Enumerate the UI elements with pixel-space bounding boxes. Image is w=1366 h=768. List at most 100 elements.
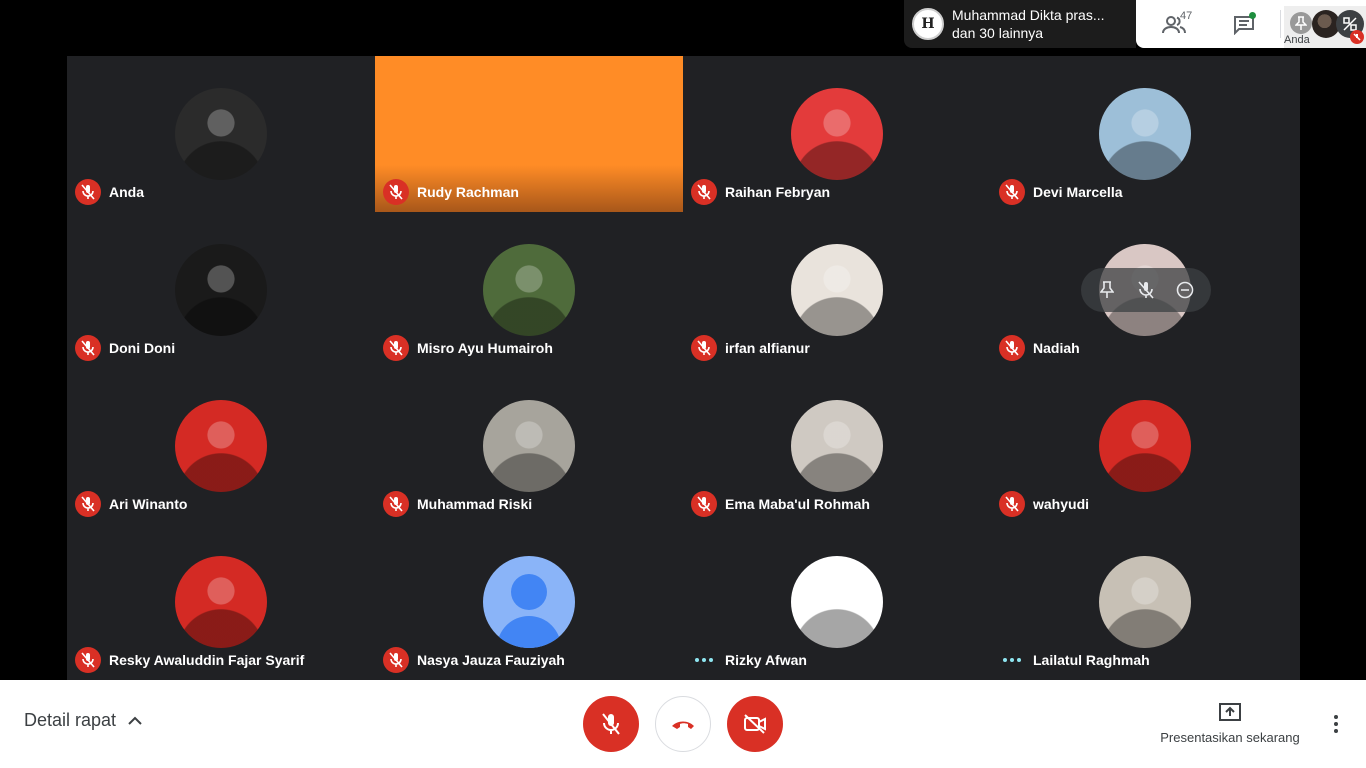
present-now-button[interactable]: Presentasikan sekarang [1152,702,1308,745]
speaking-indicator-icon [691,647,717,673]
presenter-name: Muhammad Dikta pras... [952,7,1105,23]
participant-name-row: Ema Maba'ul Rohmah [691,490,870,518]
participant-name: Devi Marcella [1033,184,1123,200]
mic-off-icon [75,491,101,517]
participant-name-row: Nasya Jauza Fauziyah [383,646,565,674]
participant-name: Doni Doni [109,340,176,356]
presenter-others: dan 30 lainnya [952,25,1044,41]
participant-avatar [791,400,883,492]
participant-name: irfan alfianur [725,340,810,356]
participant-tile[interactable]: Ari Winanto [67,368,375,524]
participant-avatar [1099,88,1191,180]
participant-name: Misro Ayu Humairoh [417,340,553,356]
chevron-up-icon [128,716,142,725]
present-screen-icon [1219,703,1241,721]
pin-icon[interactable] [1092,275,1122,305]
mic-off-icon [999,491,1025,517]
participant-avatar [1099,556,1191,648]
more-options-button[interactable] [1326,710,1346,738]
participant-name: Raihan Febryan [725,184,831,200]
participant-name: Resky Awaluddin Fajar Syarif [109,652,305,668]
participant-name-row: Rizky Afwan [691,646,807,674]
participant-tile[interactable]: Muhammad Riski [375,368,683,524]
mic-off-icon [999,335,1025,361]
participant-tile[interactable]: Doni Doni [67,212,375,368]
mic-off-icon [75,647,101,673]
leave-call-button[interactable] [655,696,711,752]
participant-name-row: Lailatul Raghmah [999,646,1150,674]
mic-off-icon [383,179,409,205]
participant-avatar [175,556,267,648]
presenter-chip[interactable]: H Muhammad Dikta pras... dan 30 lainnya [904,0,1136,48]
participant-name-row: Doni Doni [75,334,175,362]
participant-tile[interactable]: Rudy Rachman [375,56,683,212]
participant-name: wahyudi [1033,496,1090,512]
participant-name: Anda [109,184,144,200]
participant-tile[interactable]: Ema Maba'ul Rohmah [683,368,991,524]
mic-off-icon [691,491,717,517]
mic-off-icon [691,335,717,361]
participant-grid: Anda Rudy Rachman Raihan Febryan Devi Marce… [67,56,1300,680]
chat-notification-dot [1249,12,1256,19]
meeting-details-label: Detail rapat [24,710,117,730]
participant-tile[interactable]: Anda [67,56,375,212]
participant-avatar [791,556,883,648]
mute-participant-icon[interactable] [1131,275,1161,305]
participant-name-row: Nadiah [999,334,1080,362]
participant-avatar [175,244,267,336]
mic-off-icon [75,179,101,205]
tile-hover-controls [1081,268,1211,312]
people-count: 47 [1180,10,1193,22]
participant-tile[interactable]: Rizky Afwan [683,524,991,680]
remove-participant-icon[interactable] [1170,275,1200,305]
camera-toggle-button[interactable] [727,696,783,752]
mic-off-icon [383,335,409,361]
participant-name-row: Rudy Rachman [383,178,519,206]
self-view-thumbnail[interactable]: Anda [1284,6,1366,48]
chat-button[interactable] [1224,10,1264,40]
presenter-avatar: H [912,8,944,40]
mic-off-icon [75,335,101,361]
participant-name-row: Devi Marcella [999,178,1123,206]
participant-avatar [791,88,883,180]
mic-off-icon [383,491,409,517]
pin-icon[interactable] [1290,12,1312,34]
bottom-bar: Detail rapat Presentasikan sekarang [0,680,1366,768]
participant-avatar [175,88,267,180]
participant-name-row: Ari Winanto [75,490,187,518]
participant-tile[interactable]: Raihan Febryan [683,56,991,212]
participant-name-row: Resky Awaluddin Fajar Syarif [75,646,304,674]
self-mic-off-icon [1350,30,1364,44]
participant-name: Rudy Rachman [417,184,519,200]
participant-avatar [483,400,575,492]
top-bar: H Muhammad Dikta pras... dan 30 lainnya … [0,0,1366,56]
participant-name-row: Muhammad Riski [383,490,532,518]
participant-name: Rizky Afwan [725,652,807,668]
mic-off-icon [691,179,717,205]
participant-name-row: Misro Ayu Humairoh [383,334,553,362]
meeting-details-button[interactable]: Detail rapat [24,710,142,731]
participant-tile[interactable]: Lailatul Raghmah [991,524,1299,680]
participant-tile[interactable]: irfan alfianur [683,212,991,368]
participant-avatar [175,400,267,492]
participant-name: Nasya Jauza Fauziyah [417,652,565,668]
participant-tile[interactable]: Nasya Jauza Fauziyah [375,524,683,680]
present-now-label: Presentasikan sekarang [1160,730,1300,745]
participant-tile[interactable]: Devi Marcella [991,56,1299,212]
participant-name: Ema Maba'ul Rohmah [725,496,870,512]
mic-toggle-button[interactable] [583,696,639,752]
mic-off-icon [383,647,409,673]
participant-name: Ari Winanto [109,496,188,512]
self-label: Anda [1284,34,1310,46]
participant-avatar [791,244,883,336]
speaking-indicator-icon [999,647,1025,673]
top-actions: 47 Anda [1136,0,1366,48]
hang-up-icon [672,721,694,729]
participant-name-row: Anda [75,178,144,206]
participant-tile[interactable]: Misro Ayu Humairoh [375,212,683,368]
participant-tile[interactable]: wahyudi [991,368,1299,524]
participant-name: Nadiah [1033,340,1080,356]
participant-tile[interactable]: Resky Awaluddin Fajar Syarif [67,524,375,680]
participant-name: Lailatul Raghmah [1033,652,1150,668]
default-avatar-icon [483,556,575,648]
